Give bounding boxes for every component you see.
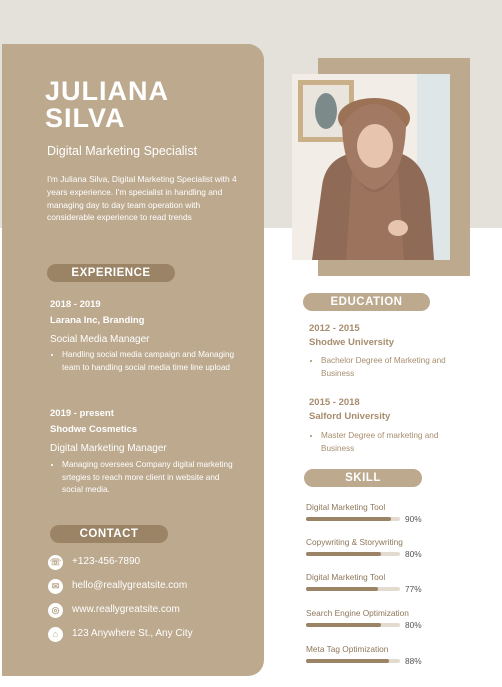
skill-1-name: Digital Marketing Tool bbox=[306, 502, 386, 512]
skill-5-percent: 88% bbox=[405, 656, 422, 666]
email-icon: ✉ bbox=[48, 579, 63, 594]
experience-2-bullet: Managing oversees Company digital market… bbox=[62, 459, 236, 497]
profile-name: JULIANA SILVA bbox=[45, 78, 169, 132]
experience-2-company: Shodwe Cosmetics bbox=[50, 424, 138, 435]
experience-heading: EXPERIENCE bbox=[47, 264, 175, 282]
contact-heading: CONTACT bbox=[50, 525, 168, 543]
last-name: SILVA bbox=[45, 103, 126, 133]
profile-intro: I'm Juliana Silva, Digital Marketing Spe… bbox=[47, 174, 237, 223]
experience-1-details: Handling social media campaign and Manag… bbox=[50, 349, 244, 374]
skill-heading: SKILL bbox=[304, 469, 422, 487]
skill-1-percent: 90% bbox=[405, 514, 422, 524]
skill-2-name: Copywriting & Storywriting bbox=[306, 537, 403, 547]
skill-2-bar bbox=[306, 552, 400, 556]
education-heading: EDUCATION bbox=[303, 293, 430, 311]
education-2-years: 2015 - 2018 bbox=[309, 397, 360, 408]
education-1-school: Shodwe University bbox=[309, 337, 394, 348]
skill-4-bar bbox=[306, 623, 400, 627]
education-2-school: Salford University bbox=[309, 411, 391, 422]
skill-1-fill bbox=[306, 517, 391, 521]
skill-1-bar bbox=[306, 517, 400, 521]
skill-3-name: Digital Marketing Tool bbox=[306, 572, 386, 582]
skill-3-percent: 77% bbox=[405, 584, 422, 594]
skill-4-fill bbox=[306, 623, 382, 627]
experience-1-company: Larana Inc, Branding bbox=[50, 315, 145, 326]
experience-1-years: 2018 - 2019 bbox=[50, 299, 101, 310]
first-name: JULIANA bbox=[45, 76, 170, 106]
location-icon: ⌂ bbox=[48, 627, 63, 642]
experience-1-role: Social Media Manager bbox=[50, 334, 150, 345]
education-2-degree: Master Degree of marketing and Business bbox=[321, 430, 469, 456]
profile-photo-illustration bbox=[292, 74, 450, 260]
education-2-details: Master Degree of marketing and Business bbox=[309, 430, 469, 456]
contact-email[interactable]: hello@reallygreatsite.com bbox=[72, 580, 187, 591]
education-1-degree: Bachelor Degree of Marketing and Busines… bbox=[321, 355, 469, 381]
skill-4-name: Search Engine Optimization bbox=[306, 608, 409, 618]
globe-icon: ◎ bbox=[48, 603, 63, 618]
profile-title: Digital Marketing Specialist bbox=[47, 144, 198, 158]
contact-website[interactable]: www.reallygreatsite.com bbox=[72, 604, 180, 615]
skill-2-fill bbox=[306, 552, 382, 556]
contact-phone[interactable]: +123-456-7890 bbox=[72, 556, 140, 567]
education-1-years: 2012 - 2015 bbox=[309, 323, 360, 334]
skill-5-name: Meta Tag Optimization bbox=[306, 644, 389, 654]
education-1-details: Bachelor Degree of Marketing and Busines… bbox=[309, 355, 469, 381]
phone-icon: ☏ bbox=[48, 555, 63, 570]
profile-photo bbox=[292, 74, 450, 260]
skill-2-percent: 80% bbox=[405, 549, 422, 559]
skill-3-bar bbox=[306, 587, 400, 591]
experience-1-bullet: Handling social media campaign and Manag… bbox=[62, 349, 244, 374]
skill-5-bar bbox=[306, 659, 400, 663]
experience-2-years: 2019 - present bbox=[50, 408, 114, 419]
contact-address: 123 Anywhere St., Any City bbox=[72, 628, 193, 639]
experience-2-details: Managing oversees Company digital market… bbox=[50, 459, 236, 497]
experience-2-role: Digital Marketing Manager bbox=[50, 443, 167, 454]
skill-5-fill bbox=[306, 659, 389, 663]
skill-3-fill bbox=[306, 587, 379, 591]
skill-4-percent: 80% bbox=[405, 620, 422, 630]
